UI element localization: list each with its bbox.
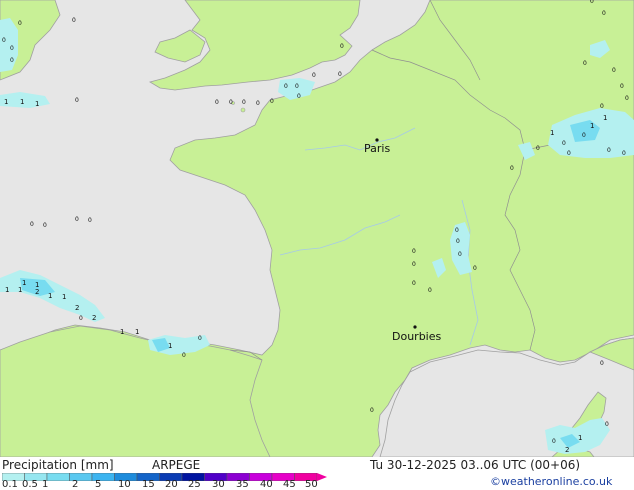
svg-text:0: 0	[370, 407, 374, 414]
svg-text:1: 1	[22, 279, 26, 287]
svg-text:0: 0	[284, 83, 288, 90]
svg-text:0: 0	[562, 140, 566, 147]
svg-text:0: 0	[510, 165, 514, 172]
svg-text:0: 0	[30, 221, 34, 228]
svg-text:1: 1	[35, 100, 39, 108]
island-jersey	[240, 107, 246, 113]
svg-text:0: 0	[10, 45, 14, 52]
svg-text:0: 0	[43, 222, 47, 229]
svg-text:0: 0	[182, 352, 186, 359]
svg-text:0: 0	[458, 251, 462, 258]
svg-text:0: 0	[607, 147, 611, 154]
svg-text:0: 0	[338, 71, 342, 78]
svg-text:0: 0	[582, 132, 586, 139]
svg-text:0: 0	[242, 99, 246, 106]
svg-text:0: 0	[590, 0, 594, 5]
legend-tick-label: 40	[260, 479, 273, 490]
svg-text:0: 0	[75, 97, 79, 104]
svg-text:0: 0	[340, 43, 344, 50]
svg-text:0: 0	[72, 17, 76, 24]
svg-text:0: 0	[622, 150, 626, 157]
svg-text:2: 2	[92, 314, 96, 322]
footer-legend: Precipitation [mm] ARPEGE Tu 30-12-2025 …	[0, 457, 634, 490]
svg-text:1: 1	[5, 286, 9, 294]
svg-text:0: 0	[412, 261, 416, 268]
svg-text:1: 1	[4, 98, 8, 106]
svg-text:0: 0	[625, 95, 629, 102]
legend-swatch	[46, 473, 70, 481]
legend-tick-label: 15	[142, 479, 155, 490]
svg-text:1: 1	[578, 434, 582, 442]
svg-text:0: 0	[295, 83, 299, 90]
legend-tick-label: 50	[305, 479, 318, 490]
svg-text:0: 0	[612, 67, 616, 74]
svg-text:0: 0	[473, 265, 477, 272]
legend-tick-label: 5	[95, 479, 102, 490]
svg-text:1: 1	[550, 129, 554, 137]
svg-text:0: 0	[79, 315, 83, 322]
svg-text:0: 0	[605, 421, 609, 428]
precipitation-map: 1 1 1 1 2 1 1 2 2 1 1 1 1 1 1 1 1 1 2 1 …	[0, 0, 634, 457]
city-label-dourbies: Dourbies	[392, 330, 442, 343]
svg-text:0: 0	[600, 103, 604, 110]
svg-text:0: 0	[552, 438, 556, 445]
svg-text:0: 0	[297, 93, 301, 100]
svg-text:0: 0	[600, 360, 604, 367]
legend-tick-label: 30	[212, 479, 225, 490]
svg-text:0: 0	[583, 60, 587, 67]
svg-text:0: 0	[198, 335, 202, 342]
svg-text:1: 1	[120, 328, 124, 336]
svg-text:0: 0	[215, 99, 219, 106]
valid-time: Tu 30-12-2025 03..06 UTC (00+06)	[370, 458, 581, 472]
svg-text:1: 1	[135, 328, 139, 336]
svg-text:1: 1	[20, 98, 24, 106]
svg-text:0: 0	[412, 248, 416, 255]
legend-tick-label: 10	[118, 479, 131, 490]
legend-tick-label: 0.1	[2, 479, 18, 490]
city-dot-dourbies	[413, 325, 417, 329]
svg-text:2: 2	[35, 288, 39, 296]
svg-text:1: 1	[590, 122, 594, 130]
svg-text:0: 0	[256, 100, 260, 107]
svg-text:1: 1	[48, 292, 52, 300]
svg-text:0: 0	[2, 37, 6, 44]
legend-tick-label: 20	[165, 479, 178, 490]
svg-text:2: 2	[565, 446, 569, 454]
svg-text:0: 0	[428, 287, 432, 294]
svg-text:0: 0	[456, 238, 460, 245]
legend-tick-label: 35	[236, 479, 249, 490]
svg-text:0: 0	[455, 227, 459, 234]
svg-text:0: 0	[18, 20, 22, 27]
legend-tick-label: 45	[283, 479, 296, 490]
svg-text:0: 0	[602, 10, 606, 17]
svg-text:0: 0	[229, 99, 233, 106]
svg-text:0: 0	[75, 216, 79, 223]
svg-text:1: 1	[603, 114, 607, 122]
svg-text:0: 0	[10, 57, 14, 64]
svg-text:1: 1	[168, 342, 172, 350]
svg-text:0: 0	[536, 145, 540, 152]
svg-text:0: 0	[620, 83, 624, 90]
legend-tick-label: 25	[188, 479, 201, 490]
legend-title: Precipitation [mm]	[2, 458, 114, 472]
svg-text:2: 2	[75, 304, 79, 312]
svg-text:1: 1	[62, 293, 66, 301]
legend-tick-label: 2	[72, 479, 79, 490]
svg-text:0: 0	[567, 150, 571, 157]
svg-text:0: 0	[312, 72, 316, 79]
legend-overflow-arrow	[317, 473, 327, 481]
legend-tick-label: 1	[42, 479, 49, 490]
model-name: ARPEGE	[152, 458, 201, 472]
svg-text:0: 0	[412, 280, 416, 287]
svg-text:1: 1	[18, 286, 22, 294]
credit-link[interactable]: ©weatheronline.co.uk	[490, 475, 612, 488]
city-label-paris: Paris	[364, 142, 390, 155]
legend-tick-label: 0.5	[22, 479, 38, 490]
svg-text:0: 0	[270, 98, 274, 105]
svg-text:0: 0	[88, 217, 92, 224]
